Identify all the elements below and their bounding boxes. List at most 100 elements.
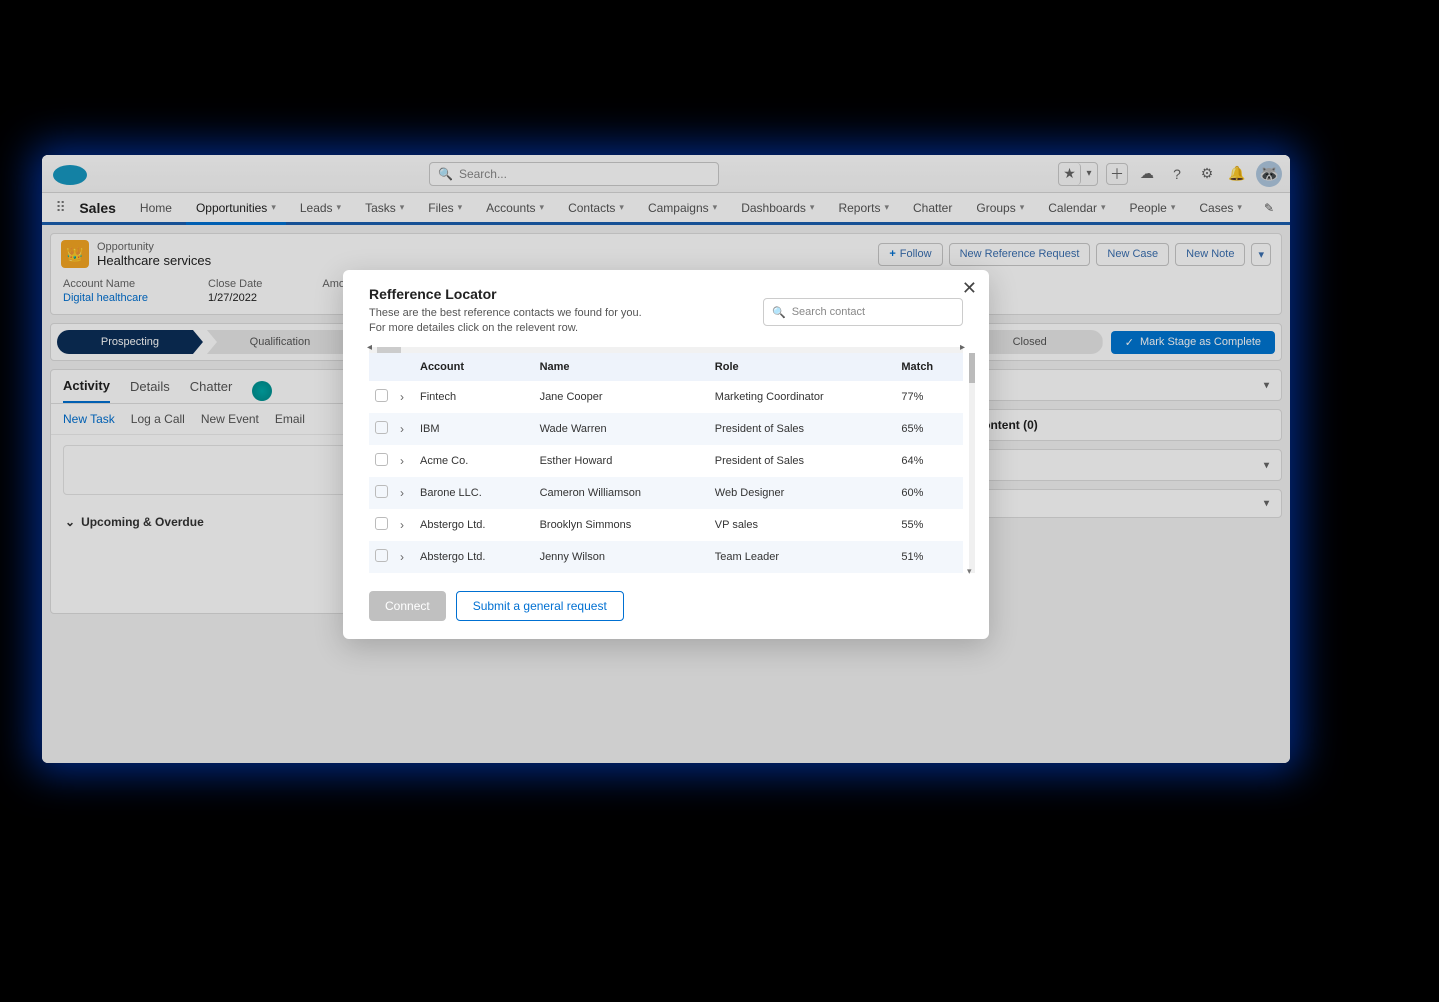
cell-account: Abstergo Ltd. xyxy=(414,509,534,541)
custom-tab-icon[interactable] xyxy=(252,381,272,401)
table-row[interactable]: ›Acme Co.Esther HowardPresident of Sales… xyxy=(369,445,963,477)
new-case-button[interactable]: New Case xyxy=(1096,243,1169,266)
favorites-dropdown-icon[interactable]: ▾ xyxy=(1081,163,1097,185)
chevron-down-icon: ▾ xyxy=(1237,202,1242,213)
cell-name: Wade Warren xyxy=(534,413,709,445)
expand-row-icon[interactable]: › xyxy=(394,509,414,541)
nav-cases[interactable]: Cases▾ xyxy=(1189,193,1252,222)
nav-calendar[interactable]: Calendar▾ xyxy=(1038,193,1115,222)
app-launcher-icon[interactable]: ⠿ xyxy=(50,193,71,222)
nav-contacts[interactable]: Contacts▾ xyxy=(558,193,634,222)
chevron-down-icon: ▾ xyxy=(337,202,342,213)
search-contact-input[interactable]: 🔍 Search contact xyxy=(763,298,963,326)
more-actions-button[interactable]: ▾ xyxy=(1251,243,1271,266)
submit-general-request-button[interactable]: Submit a general request xyxy=(456,591,624,621)
new-reference-request-button[interactable]: New Reference Request xyxy=(949,243,1091,266)
cell-match: 77% xyxy=(895,381,963,413)
add-icon[interactable]: ＋ xyxy=(1106,163,1128,185)
row-checkbox[interactable] xyxy=(375,389,388,402)
nav-campaigns[interactable]: Campaigns▾ xyxy=(638,193,727,222)
chevron-down-icon: ▾ xyxy=(458,202,463,213)
plus-icon: + xyxy=(889,248,895,260)
cell-role: Team Leader xyxy=(709,541,896,573)
col-name[interactable]: Name xyxy=(534,353,709,381)
scroll-thumb[interactable] xyxy=(969,353,975,383)
cell-role: Marketing Coordinator xyxy=(709,381,896,413)
table-row[interactable]: ›FintechJane CooperMarketing Coordinator… xyxy=(369,381,963,413)
modal-subtitle-2: For more detailes click on the relevent … xyxy=(369,321,642,336)
nav-files[interactable]: Files▾ xyxy=(418,193,472,222)
chevron-down-icon: ▾ xyxy=(1264,380,1269,391)
row-checkbox[interactable] xyxy=(375,453,388,466)
vertical-scrollbar[interactable]: ▾ xyxy=(969,353,975,573)
nav-dashboards[interactable]: Dashboards▾ xyxy=(731,193,824,222)
chevron-down-icon: ▾ xyxy=(884,202,889,213)
nav-opportunities[interactable]: Opportunities▾ xyxy=(186,193,286,225)
edit-nav-icon[interactable]: ✎ xyxy=(1256,193,1282,222)
col-role[interactable]: Role xyxy=(709,353,896,381)
row-checkbox[interactable] xyxy=(375,485,388,498)
reference-locator-modal: ✕ Refference Locator These are the best … xyxy=(343,270,989,639)
notifications-bell-icon[interactable]: 🔔 xyxy=(1226,163,1248,185)
help-icon[interactable]: ? xyxy=(1166,163,1188,185)
search-icon: 🔍 xyxy=(772,306,786,319)
cell-name: Cameron Williamson xyxy=(534,477,709,509)
nav-people[interactable]: People▾ xyxy=(1119,193,1185,222)
new-note-button[interactable]: New Note xyxy=(1175,243,1245,266)
subtab-log-a-call[interactable]: Log a Call xyxy=(131,412,185,426)
col-account[interactable]: Account xyxy=(414,353,534,381)
table-row[interactable]: ›IBMWade WarrenPresident of Sales65% xyxy=(369,413,963,445)
expand-row-icon[interactable]: › xyxy=(394,413,414,445)
row-checkbox[interactable] xyxy=(375,421,388,434)
account-name-link[interactable]: Digital healthcare xyxy=(63,292,148,304)
search-contact-placeholder: Search contact xyxy=(792,306,865,318)
chevron-down-icon: ▾ xyxy=(1020,202,1025,213)
salesforce-logo-icon xyxy=(50,161,90,187)
expand-row-icon[interactable]: › xyxy=(394,445,414,477)
subtab-email[interactable]: Email xyxy=(275,412,305,426)
col-match[interactable]: Match xyxy=(895,353,963,381)
chevron-down-icon: ⌄ xyxy=(65,515,75,529)
connect-button[interactable]: Connect xyxy=(369,591,446,621)
row-checkbox[interactable] xyxy=(375,517,388,530)
user-avatar[interactable]: 🦝 xyxy=(1256,161,1282,187)
tab-activity[interactable]: Activity xyxy=(63,378,110,403)
cell-name: Brooklyn Simmons xyxy=(534,509,709,541)
search-placeholder: Search... xyxy=(459,167,507,181)
app-nav-bar: ⠿ Sales Home Opportunities▾ Leads▾ Tasks… xyxy=(42,193,1290,225)
mark-stage-complete-button[interactable]: ✓Mark Stage as Complete xyxy=(1111,331,1275,354)
table-row[interactable]: ›Abstergo Ltd.Jenny WilsonTeam Leader51% xyxy=(369,541,963,573)
nav-accounts[interactable]: Accounts▾ xyxy=(476,193,554,222)
cell-role: VP sales xyxy=(709,509,896,541)
modal-close-button[interactable]: ✕ xyxy=(962,278,977,299)
close-icon: ✕ xyxy=(962,278,977,298)
chevron-down-icon: ▾ xyxy=(1264,460,1269,471)
path-step-qualification[interactable]: Qualification xyxy=(207,330,353,354)
setup-gear-icon[interactable]: ⚙ xyxy=(1196,163,1218,185)
nav-home[interactable]: Home xyxy=(130,193,182,222)
record-name: Healthcare services xyxy=(97,253,211,268)
expand-row-icon[interactable]: › xyxy=(394,477,414,509)
subtab-new-event[interactable]: New Event xyxy=(201,412,259,426)
row-checkbox[interactable] xyxy=(375,549,388,562)
nav-groups[interactable]: Groups▾ xyxy=(966,193,1034,222)
expand-row-icon[interactable]: › xyxy=(394,381,414,413)
record-type-label: Opportunity xyxy=(97,241,211,253)
subtab-new-task[interactable]: New Task xyxy=(63,412,115,426)
close-date-value: 1/27/2022 xyxy=(208,292,262,304)
nav-leads[interactable]: Leads▾ xyxy=(290,193,351,222)
path-step-prospecting[interactable]: Prospecting xyxy=(57,330,203,354)
favorites-icon[interactable]: ★ xyxy=(1059,163,1081,185)
table-row[interactable]: ›Abstergo Ltd.Brooklyn SimmonsVP sales55… xyxy=(369,509,963,541)
nav-tasks[interactable]: Tasks▾ xyxy=(355,193,414,222)
nav-chatter[interactable]: Chatter xyxy=(903,193,962,222)
tab-chatter[interactable]: Chatter xyxy=(190,379,233,402)
tab-details[interactable]: Details xyxy=(130,379,170,402)
expand-row-icon[interactable]: › xyxy=(394,541,414,573)
table-row[interactable]: ›Barone LLC.Cameron WilliamsonWeb Design… xyxy=(369,477,963,509)
global-search-input[interactable]: 🔍 Search... xyxy=(429,162,719,186)
follow-button[interactable]: +Follow xyxy=(878,243,942,266)
salesforce-help-icon[interactable]: ☁ xyxy=(1136,163,1158,185)
nav-reports[interactable]: Reports▾ xyxy=(828,193,899,222)
chevron-down-icon: ▾ xyxy=(713,202,718,213)
